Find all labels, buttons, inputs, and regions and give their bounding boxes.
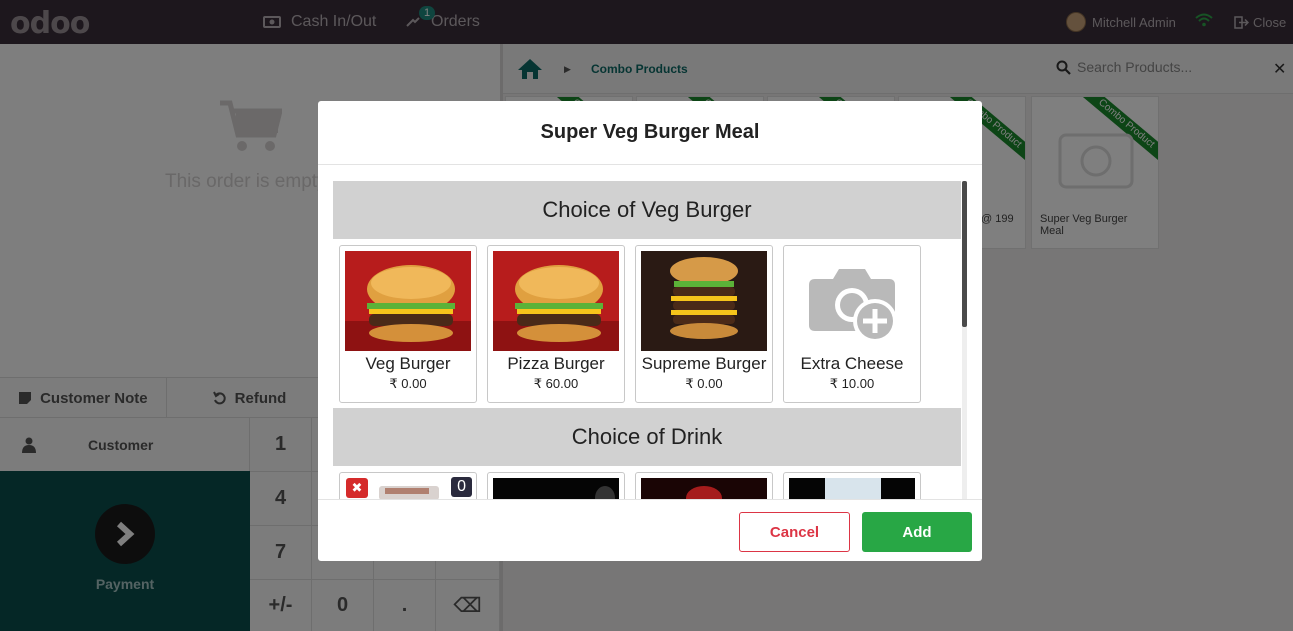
combo-item-drink[interactable]: [635, 472, 773, 499]
quantity-badge: 0: [451, 477, 472, 497]
drink-image: [493, 478, 619, 499]
dialog-footer: Cancel Add: [318, 499, 982, 561]
item-name: Supreme Burger: [641, 354, 767, 373]
combo-item-drink[interactable]: [487, 472, 625, 499]
drink-image: [789, 478, 915, 499]
combo-choices: Veg Burger ₹ 0.00 Pizza Burger ₹ 60.00 S…: [333, 239, 967, 408]
combo-item-supreme-burger[interactable]: Supreme Burger ₹ 0.00: [635, 245, 773, 403]
item-price: ₹ 0.00: [685, 376, 723, 391]
item-name: Veg Burger: [365, 354, 451, 373]
drink-choices: ✖ 0: [333, 466, 967, 499]
dialog-scrollbar[interactable]: [962, 181, 967, 499]
combo-item-veg-burger[interactable]: Veg Burger ₹ 0.00: [339, 245, 477, 403]
cancel-button[interactable]: Cancel: [739, 512, 850, 552]
burger-image: [641, 251, 767, 351]
section-title: Choice of Drink: [333, 408, 961, 466]
remove-item-icon[interactable]: ✖: [346, 478, 368, 498]
section-title: Choice of Veg Burger: [333, 181, 961, 239]
camera-plus-icon: [789, 251, 915, 351]
item-price: ₹ 0.00: [389, 376, 427, 391]
combo-item-drink[interactable]: ✖ 0: [339, 472, 477, 499]
combo-configurator-dialog: Super Veg Burger Meal Choice of Veg Burg…: [318, 101, 982, 561]
item-name: Extra Cheese: [800, 354, 904, 373]
dialog-body: Choice of Veg Burger Veg Burger ₹ 0.00 P…: [333, 181, 967, 499]
combo-item-drink[interactable]: [783, 472, 921, 499]
dialog-title: Super Veg Burger Meal: [318, 101, 982, 165]
burger-image: [345, 251, 471, 351]
item-name: Pizza Burger: [507, 354, 605, 373]
scroll-thumb[interactable]: [962, 181, 967, 327]
item-price: ₹ 10.00: [829, 376, 875, 391]
combo-item-extra-cheese[interactable]: Extra Cheese ₹ 10.00: [783, 245, 921, 403]
combo-item-pizza-burger[interactable]: Pizza Burger ₹ 60.00: [487, 245, 625, 403]
add-button[interactable]: Add: [862, 512, 972, 552]
item-price: ₹ 60.00: [533, 376, 579, 391]
drink-image: [641, 478, 767, 499]
burger-image: [493, 251, 619, 351]
